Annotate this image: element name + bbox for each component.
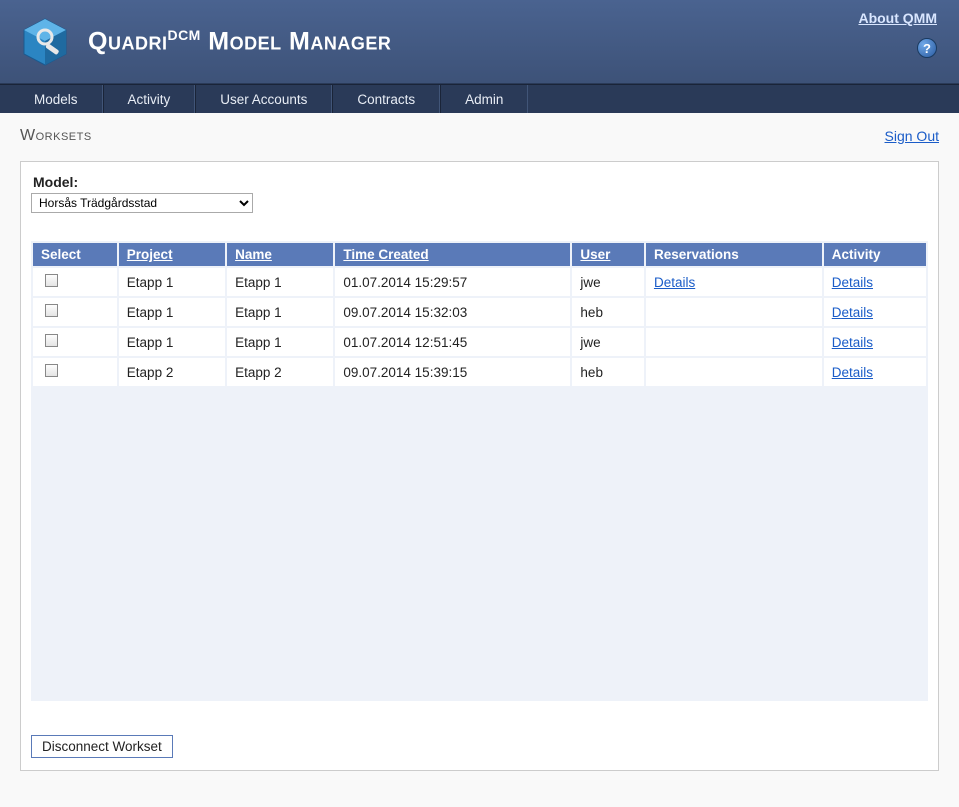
reservation-details-link[interactable]: Details	[654, 275, 695, 290]
reservations-cell	[646, 358, 822, 386]
table-row: Etapp 1Etapp 101.07.2014 12:51:45jweDeta…	[33, 328, 926, 356]
row-checkbox[interactable]	[45, 304, 58, 317]
select-cell	[33, 328, 117, 356]
activity-cell: Details	[824, 268, 926, 296]
col-project[interactable]: Project	[119, 243, 225, 266]
app-title: QuadriDCM Model Manager	[88, 27, 391, 56]
app-header: QuadriDCM Model Manager About QMM ?	[0, 0, 959, 84]
project-cell: Etapp 1	[119, 298, 225, 326]
name-cell: Etapp 1	[227, 328, 333, 356]
sub-header: Worksets Sign Out	[0, 113, 959, 155]
activity-cell: Details	[824, 298, 926, 326]
select-cell	[33, 268, 117, 296]
disconnect-workset-button[interactable]: Disconnect Workset	[31, 735, 173, 758]
time-cell: 01.07.2014 15:29:57	[335, 268, 570, 296]
project-cell: Etapp 1	[119, 268, 225, 296]
model-label: Model:	[31, 174, 928, 190]
row-checkbox[interactable]	[45, 274, 58, 287]
col-reservations: Reservations	[646, 243, 822, 266]
nav-activity[interactable]: Activity	[103, 85, 196, 113]
header-right: About QMM ?	[858, 10, 937, 58]
nav-bar: Models Activity User Accounts Contracts …	[0, 84, 959, 113]
col-time[interactable]: Time Created	[335, 243, 570, 266]
signout-link[interactable]: Sign Out	[885, 128, 939, 144]
name-cell: Etapp 2	[227, 358, 333, 386]
table-row: Etapp 1Etapp 101.07.2014 15:29:57jweDeta…	[33, 268, 926, 296]
app-logo-icon	[20, 17, 70, 67]
row-checkbox[interactable]	[45, 334, 58, 347]
reservations-cell	[646, 328, 822, 356]
worksets-table: Select Project Name Time Created User Re…	[31, 241, 928, 388]
project-cell: Etapp 1	[119, 328, 225, 356]
table-scroll[interactable]: Select Project Name Time Created User Re…	[31, 241, 928, 701]
reservations-cell	[646, 298, 822, 326]
time-cell: 01.07.2014 12:51:45	[335, 328, 570, 356]
name-cell: Etapp 1	[227, 268, 333, 296]
activity-cell: Details	[824, 358, 926, 386]
table-row: Etapp 2Etapp 209.07.2014 15:39:15hebDeta…	[33, 358, 926, 386]
select-cell	[33, 298, 117, 326]
user-cell: jwe	[572, 268, 644, 296]
col-user[interactable]: User	[572, 243, 644, 266]
about-link[interactable]: About QMM	[858, 10, 937, 26]
nav-admin[interactable]: Admin	[440, 85, 528, 113]
nav-contracts[interactable]: Contracts	[332, 85, 440, 113]
col-name[interactable]: Name	[227, 243, 333, 266]
row-checkbox[interactable]	[45, 364, 58, 377]
project-cell: Etapp 2	[119, 358, 225, 386]
col-select: Select	[33, 243, 117, 266]
activity-details-link[interactable]: Details	[832, 335, 873, 350]
time-cell: 09.07.2014 15:32:03	[335, 298, 570, 326]
table-row: Etapp 1Etapp 109.07.2014 15:32:03hebDeta…	[33, 298, 926, 326]
activity-cell: Details	[824, 328, 926, 356]
name-cell: Etapp 1	[227, 298, 333, 326]
activity-details-link[interactable]: Details	[832, 305, 873, 320]
col-activity: Activity	[824, 243, 926, 266]
time-cell: 09.07.2014 15:39:15	[335, 358, 570, 386]
nav-user-accounts[interactable]: User Accounts	[195, 85, 332, 113]
select-cell	[33, 358, 117, 386]
reservations-cell: Details	[646, 268, 822, 296]
main-panel: Model: Horsås Trädgårdsstad Select Proje…	[20, 161, 939, 771]
page-title: Worksets	[20, 127, 92, 145]
activity-details-link[interactable]: Details	[832, 365, 873, 380]
nav-models[interactable]: Models	[10, 85, 103, 113]
user-cell: heb	[572, 298, 644, 326]
model-select[interactable]: Horsås Trädgårdsstad	[31, 193, 253, 213]
help-icon[interactable]: ?	[917, 38, 937, 58]
user-cell: heb	[572, 358, 644, 386]
user-cell: jwe	[572, 328, 644, 356]
activity-details-link[interactable]: Details	[832, 275, 873, 290]
